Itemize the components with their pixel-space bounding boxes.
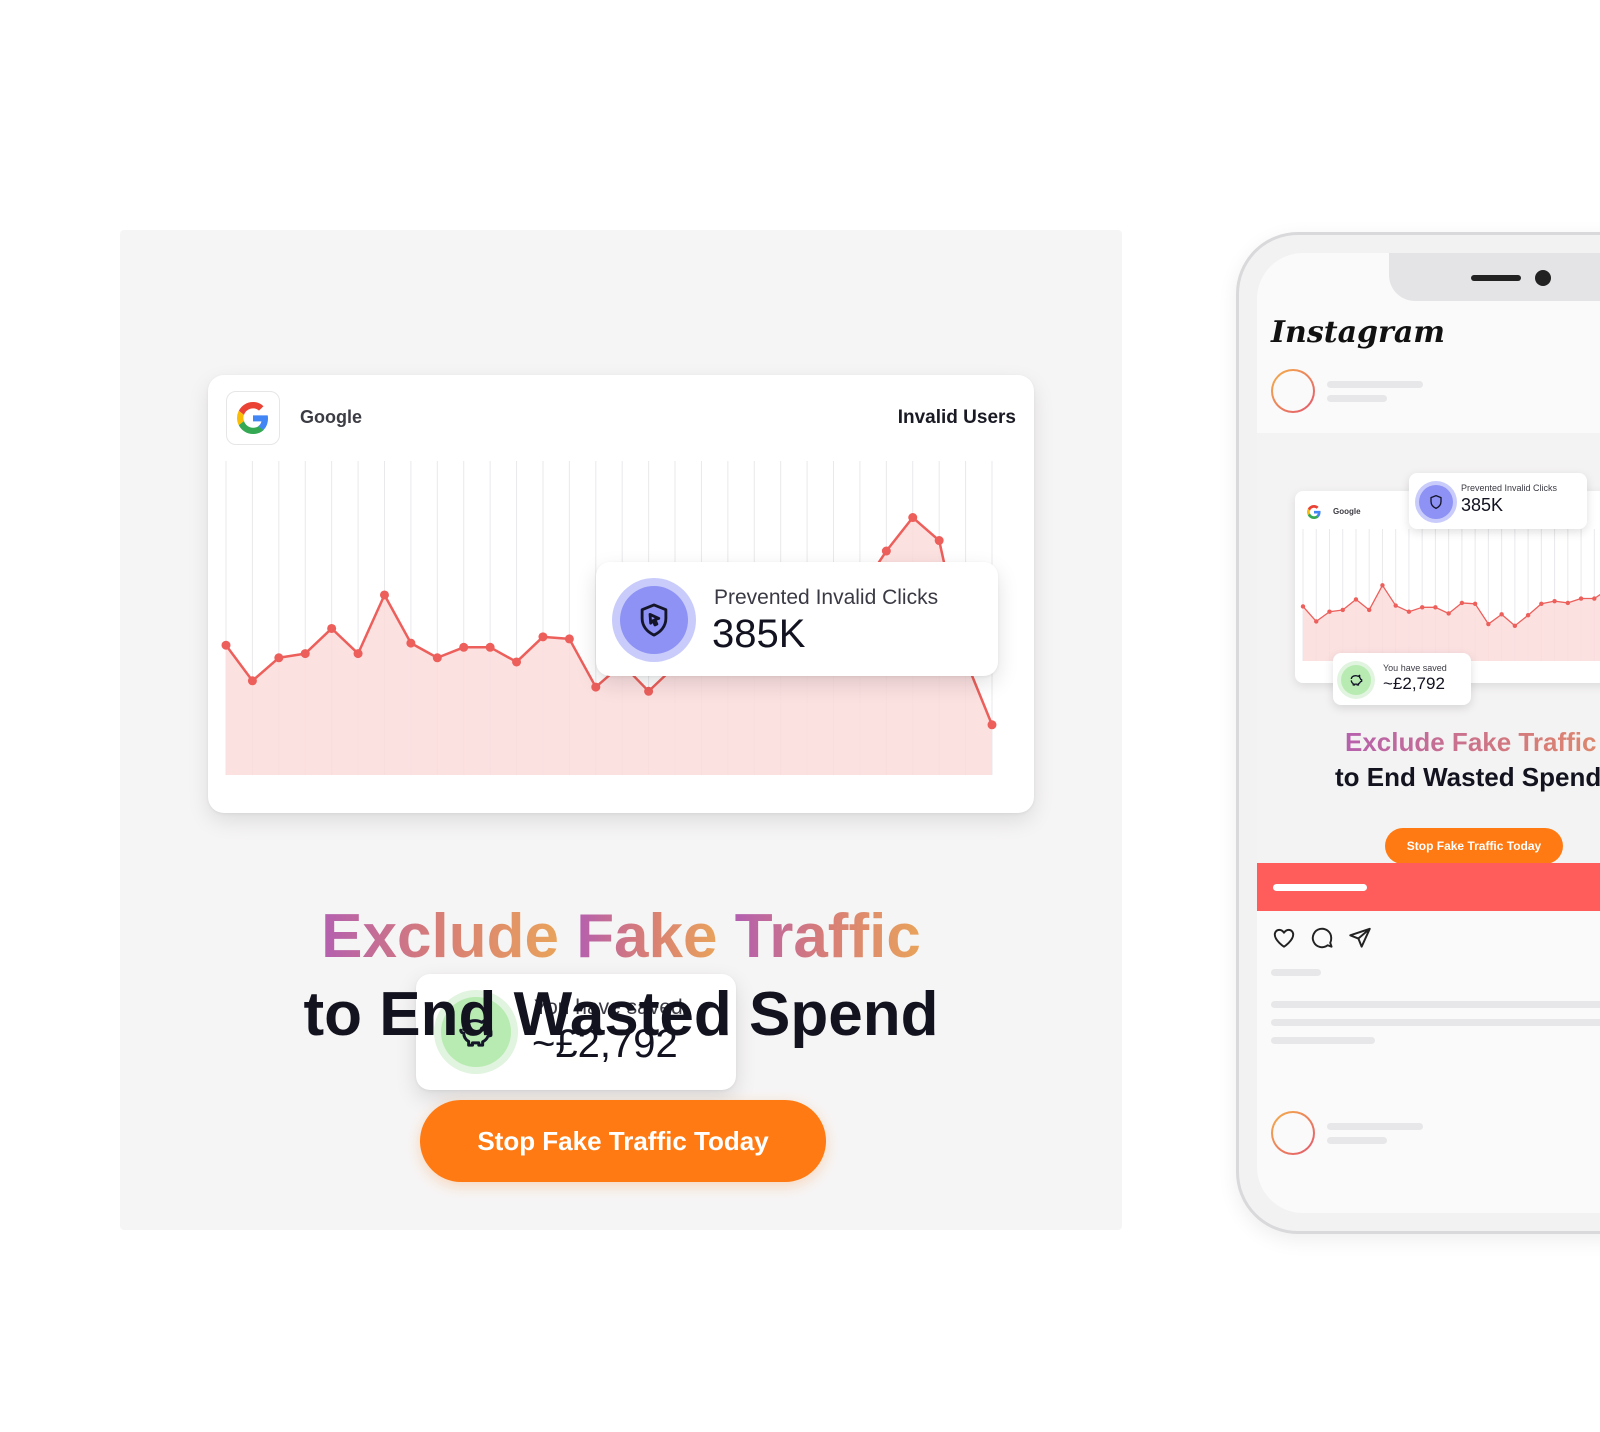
- headline-line-2: to End Wasted Spend: [303, 980, 939, 1049]
- chart-point: [1565, 600, 1571, 606]
- chart-point: [353, 649, 363, 659]
- chart-point: [1393, 603, 1398, 608]
- chart-point: [1314, 619, 1319, 624]
- chart-point: [247, 676, 257, 686]
- chart-point: [406, 638, 416, 648]
- headline-word-exclude: Exclude: [321, 902, 559, 971]
- chart-point: [221, 640, 231, 650]
- chart-point: [1433, 605, 1438, 610]
- next-location-placeholder: [1327, 1137, 1387, 1144]
- mini-saved-title: You have saved: [1383, 663, 1447, 673]
- location-placeholder: [1327, 395, 1387, 402]
- chart-point: [1539, 601, 1544, 606]
- mini-shield-badge: [1419, 485, 1453, 519]
- headline-word-traffic: Traffic: [734, 902, 921, 971]
- mini-piggy-badge: [1341, 665, 1371, 695]
- post-image[interactable]: Google Prevented Invalid Clicks 385K You…: [1257, 433, 1600, 865]
- chart-point: [1486, 621, 1491, 627]
- chart-point: [1512, 623, 1518, 628]
- chart-point: [274, 653, 284, 663]
- prevented-clicks-card: Prevented Invalid Clicks 385K: [596, 562, 998, 676]
- chart-point: [459, 642, 469, 652]
- camera-icon: [1535, 270, 1551, 286]
- headline-word-fake: Fake: [576, 902, 718, 971]
- chart-point: [1472, 601, 1478, 606]
- phone-mockup: Instagram Google Prevented Invalid Click…: [1236, 232, 1600, 1234]
- chart-point: [1367, 607, 1372, 613]
- chart-point: [1327, 609, 1332, 614]
- heart-icon[interactable]: [1271, 925, 1297, 951]
- post-actions: [1271, 925, 1373, 951]
- phone-screen: Instagram Google Prevented Invalid Click…: [1257, 253, 1600, 1213]
- chart-point: [1380, 583, 1385, 588]
- chart-point: [485, 642, 495, 652]
- chart-point: [1446, 611, 1451, 616]
- speaker-icon: [1471, 275, 1521, 281]
- likes-placeholder: [1271, 969, 1321, 976]
- chart-point: [881, 546, 891, 556]
- send-icon[interactable]: [1347, 925, 1373, 951]
- chart-point: [512, 657, 522, 667]
- mini-headline-line-2: to End Wasted Spend: [1335, 762, 1600, 792]
- chart-point: [379, 590, 389, 600]
- mini-headline: Exclude Fake Traffic to End Wasted Spend: [1257, 725, 1600, 795]
- chart-point: [538, 632, 548, 642]
- caption-placeholder-2: [1271, 1019, 1600, 1026]
- chart-point: [327, 623, 337, 633]
- stat-value: 385K: [712, 612, 806, 656]
- chart-point: [644, 686, 654, 696]
- mini-stop-fake-traffic-button[interactable]: Stop Fake Traffic Today: [1385, 828, 1563, 864]
- chart-point: [1406, 609, 1412, 614]
- chart-point: [564, 634, 574, 644]
- next-username-placeholder: [1327, 1123, 1423, 1130]
- piggy-bank-icon: [1350, 674, 1363, 686]
- mini-headline-line-1: Exclude Fake Traffic: [1335, 725, 1600, 760]
- chart-point: [1552, 598, 1557, 604]
- instagram-logo: Instagram: [1271, 315, 1445, 350]
- ad-preview-panel: Google Invalid Users Prevented Invalid C…: [120, 230, 1122, 1230]
- chart-point: [1459, 600, 1465, 606]
- chart-point: [987, 720, 997, 730]
- mini-saved-card: You have saved ~£2,792: [1333, 653, 1471, 705]
- caption-placeholder-1: [1271, 1001, 1600, 1008]
- username-placeholder: [1327, 381, 1423, 388]
- shield-cursor-icon: [640, 603, 668, 637]
- stop-fake-traffic-button[interactable]: Stop Fake Traffic Today: [420, 1100, 826, 1182]
- avatar[interactable]: [1271, 369, 1315, 413]
- chart-point: [1340, 607, 1345, 613]
- chart-point: [1499, 612, 1504, 617]
- comment-icon[interactable]: [1309, 925, 1335, 951]
- shield-badge: [612, 578, 696, 662]
- sponsored-banner[interactable]: [1257, 863, 1600, 911]
- chart-point: [591, 682, 601, 692]
- mini-saved-value: ~£2,792: [1383, 674, 1445, 693]
- chart-point: [300, 649, 310, 659]
- mini-stat-title: Prevented Invalid Clicks: [1461, 483, 1558, 493]
- next-post-avatar[interactable]: [1271, 1111, 1315, 1155]
- banner-text-placeholder: [1273, 884, 1367, 891]
- chart-point: [934, 536, 944, 546]
- stat-title: Prevented Invalid Clicks: [714, 586, 939, 609]
- shield-cursor-icon: [1430, 495, 1442, 509]
- chart-point: [908, 513, 918, 523]
- chart-point: [432, 653, 442, 663]
- chart-point: [1419, 605, 1425, 610]
- mini-prevented-clicks-card: Prevented Invalid Clicks 385K: [1409, 473, 1587, 529]
- mini-stat-value: 385K: [1461, 495, 1504, 515]
- chart-point: [1592, 596, 1597, 601]
- ad-headline: Exclude Fake Traffic to End Wasted Spend: [120, 898, 1122, 1054]
- caption-placeholder-3: [1271, 1037, 1375, 1044]
- chart-point: [1300, 604, 1306, 609]
- chart-point: [1353, 597, 1359, 602]
- chart-point: [1578, 596, 1584, 601]
- phone-notch: [1389, 253, 1600, 301]
- chart-point: [1525, 613, 1531, 618]
